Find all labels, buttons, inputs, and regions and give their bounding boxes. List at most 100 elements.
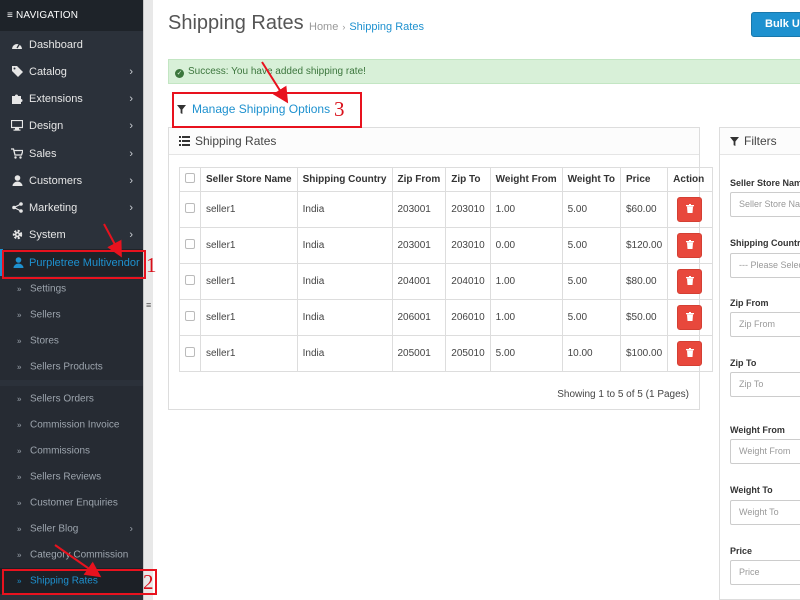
- row-checkbox[interactable]: [185, 203, 195, 213]
- sidebar-subitem-label: Commission Invoice: [30, 419, 120, 431]
- chevron-right-icon: ›: [129, 65, 133, 78]
- sidebar-item-label: Marketing: [29, 201, 78, 214]
- sidebar-subitem-settings[interactable]: » Settings: [0, 276, 143, 302]
- filter-label: Zip From: [730, 298, 769, 308]
- column-header[interactable]: Weight From: [489, 167, 563, 192]
- select-all-checkbox[interactable]: [185, 173, 195, 183]
- sidebar-subitem-label: Category Commission: [30, 549, 129, 561]
- table-cell: seller1: [200, 335, 298, 372]
- filter-input[interactable]: Weight To: [730, 500, 800, 525]
- sidebar-subitem-sellers-products[interactable]: » Sellers Products: [0, 354, 143, 380]
- table-cell: $100.00: [619, 335, 669, 372]
- double-chevron-icon: »: [17, 362, 22, 372]
- sidebar-item-design[interactable]: Design ›: [0, 112, 143, 139]
- table-cell: India: [296, 191, 393, 228]
- sidebar-subitem-sellers-reviews[interactable]: » Sellers Reviews: [0, 464, 143, 490]
- filter-input[interactable]: Zip To: [730, 372, 800, 397]
- action-cell: [667, 227, 714, 264]
- double-chevron-icon: »: [17, 336, 22, 346]
- delete-button[interactable]: [677, 341, 703, 366]
- shipping-rates-table: Seller Store Name Shipping Country Zip Fro…: [179, 167, 714, 372]
- action-cell: [667, 335, 714, 372]
- sidebar-item-system[interactable]: System ›: [0, 221, 143, 248]
- sidebar-subitem-customer-enquiries[interactable]: » Customer Enquiries: [0, 490, 143, 516]
- tag-icon: [11, 66, 23, 78]
- sidebar-item-customers[interactable]: Customers ›: [0, 167, 143, 194]
- sidebar-item-sales[interactable]: Sales ›: [0, 140, 143, 167]
- breadcrumb-current[interactable]: Shipping Rates: [349, 21, 424, 33]
- sidebar-item-dashboard[interactable]: Dashboard: [0, 31, 143, 58]
- row-checkbox[interactable]: [185, 347, 195, 357]
- breadcrumb-home[interactable]: Home: [309, 21, 338, 33]
- action-cell: [667, 299, 714, 336]
- annotation-number-3: 3: [334, 97, 345, 121]
- share-icon: [11, 202, 23, 214]
- success-alert: ✓ Success: You have added shipping rate!: [168, 59, 800, 84]
- row-checkbox[interactable]: [185, 311, 195, 321]
- table-cell: India: [296, 227, 393, 264]
- sidebar-item-label: Dashboard: [29, 38, 83, 51]
- column-header[interactable]: Zip To: [445, 167, 491, 192]
- column-header[interactable]: Weight To: [561, 167, 622, 192]
- sidebar-subitem-category-commission[interactable]: » Category Commission: [0, 542, 143, 568]
- filter-input[interactable]: Seller Store Nam: [730, 192, 800, 217]
- column-header[interactable]: Zip From: [391, 167, 447, 192]
- filter-label: Weight To: [730, 485, 773, 495]
- table-cell: 203010: [445, 227, 491, 264]
- dashboard-icon: [11, 39, 23, 51]
- row-select-cell: [179, 335, 201, 372]
- row-checkbox[interactable]: [185, 275, 195, 285]
- annotation-box-2: [2, 569, 157, 595]
- column-header[interactable]: Price: [619, 167, 669, 192]
- navigation-header: ≡ NAVIGATION: [0, 0, 143, 31]
- sidebar-subitem-commission-invoice[interactable]: » Commission Invoice: [0, 412, 143, 438]
- sidebar-item-marketing[interactable]: Marketing ›: [0, 194, 143, 221]
- shipping-country-select[interactable]: --- Please Selec: [730, 253, 800, 278]
- success-alert-text: Success: You have added shipping rate!: [188, 66, 366, 77]
- sidebar-subitem-commissions[interactable]: » Commissions: [0, 438, 143, 464]
- select-all-header: [179, 167, 201, 192]
- sidebar-item-label: Sales: [29, 147, 57, 160]
- table-cell: India: [296, 299, 393, 336]
- filters-title: Filters: [744, 134, 777, 148]
- sidebar-subitem-sellers[interactable]: » Sellers: [0, 302, 143, 328]
- filter-label: Price: [730, 546, 753, 556]
- table-cell: 203001: [391, 227, 447, 264]
- delete-button[interactable]: [677, 269, 703, 294]
- sidebar-resize-handle[interactable]: ≡: [143, 0, 153, 600]
- chevron-right-icon: ›: [129, 228, 133, 241]
- chevron-right-icon: ›: [129, 92, 133, 105]
- column-header[interactable]: Seller Store Name: [200, 167, 298, 192]
- delete-button[interactable]: [677, 233, 703, 258]
- bulk-upload-button[interactable]: Bulk Uplo: [751, 12, 800, 37]
- filter-input[interactable]: Zip From: [730, 312, 800, 337]
- sidebar-item-catalog[interactable]: Catalog ›: [0, 58, 143, 85]
- sidebar-subitem-seller-blog[interactable]: » Seller Blog ›: [0, 516, 143, 542]
- double-chevron-icon: »: [17, 284, 22, 294]
- sidebar-subitem-stores[interactable]: » Stores: [0, 328, 143, 354]
- table-cell: 5.00: [561, 263, 622, 300]
- double-chevron-icon: »: [17, 472, 22, 482]
- sidebar-subitem-sellers-orders[interactable]: » Sellers Orders: [0, 386, 143, 412]
- table-cell: 5.00: [561, 227, 622, 264]
- delete-button[interactable]: [677, 197, 703, 222]
- chevron-right-icon: ›: [129, 147, 133, 160]
- sidebar: ≡ NAVIGATION Dashboard Catalog › Extensions…: [0, 0, 143, 600]
- column-header[interactable]: Action: [667, 167, 714, 192]
- row-checkbox[interactable]: [185, 239, 195, 249]
- filter-input[interactable]: Price: [730, 560, 800, 585]
- table-cell: 1.00: [489, 299, 563, 336]
- list-icon: [179, 136, 190, 146]
- filters-panel-heading: Filters: [720, 128, 800, 155]
- column-header[interactable]: Shipping Country: [296, 167, 393, 192]
- row-select-cell: [179, 191, 201, 228]
- table-cell: seller1: [200, 227, 298, 264]
- sidebar-item-label: Extensions: [29, 92, 83, 105]
- filter-input[interactable]: Weight From: [730, 439, 800, 464]
- filter-label: Weight From: [730, 425, 785, 435]
- sidebar-item-extensions[interactable]: Extensions ›: [0, 85, 143, 112]
- table-cell: 0.00: [489, 227, 563, 264]
- table-cell: 203001: [391, 191, 447, 228]
- table-cell: $50.00: [619, 299, 669, 336]
- delete-button[interactable]: [677, 305, 703, 330]
